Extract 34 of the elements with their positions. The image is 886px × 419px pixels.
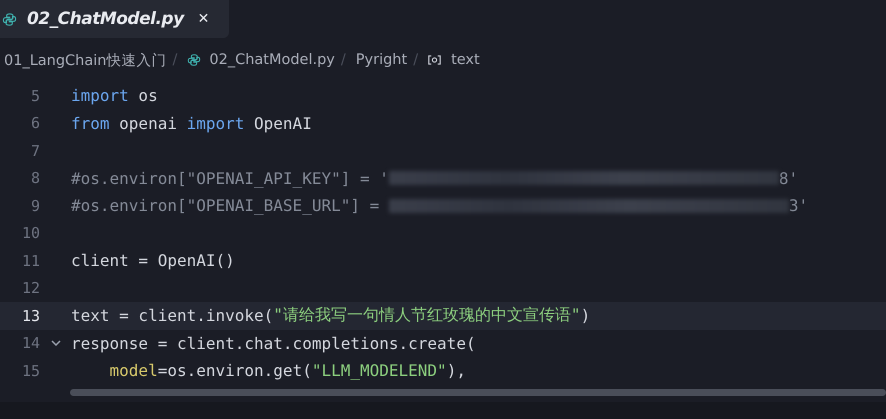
line-number: 8 xyxy=(30,169,40,188)
breadcrumb-separator: / xyxy=(172,52,178,68)
line-number: 15 xyxy=(20,362,40,380)
code-line: #os.environ["OPENAI_API_KEY"] = ' 8' xyxy=(71,168,798,188)
code-line: model=os.environ.get("LLM_MODELEND"), xyxy=(108,361,466,380)
line-number: 7 xyxy=(30,142,40,160)
python-icon xyxy=(187,53,202,67)
code-line: client = OpenAI() xyxy=(71,251,235,270)
code-line: from openai import OpenAI xyxy=(71,114,312,133)
breadcrumb-separator: / xyxy=(340,52,346,68)
horizontal-scrollbar[interactable] xyxy=(70,389,886,396)
line-number: 5 xyxy=(30,86,40,105)
breadcrumb-item[interactable]: 01_LangChain快速入门 xyxy=(4,50,166,70)
line-number: 14 xyxy=(20,334,40,352)
code-line: import os xyxy=(71,86,158,106)
python-icon xyxy=(2,12,17,26)
line-number: 13 xyxy=(20,306,40,325)
code-line: #os.environ["OPENAI_BASE_URL"] = 3' xyxy=(71,196,808,216)
line-number: 12 xyxy=(20,279,40,298)
chevron-icon[interactable] xyxy=(50,340,60,346)
line-number: 10 xyxy=(20,224,40,242)
breadcrumb-item[interactable]: text xyxy=(451,52,480,68)
line-number: 11 xyxy=(20,252,40,270)
breadcrumb-item[interactable]: 02_ChatModel.py xyxy=(209,52,335,68)
close-icon[interactable]: ✕ xyxy=(198,11,210,27)
breadcrumb-item[interactable]: Pyright xyxy=(356,52,408,68)
code-line: text = client.invoke("请给我写一句情人节红玫瑰的中文宣传语") xyxy=(71,305,590,326)
file-tab[interactable]: 02_ChatModel.py ✕ xyxy=(0,0,230,38)
code-line: response = client.chat.completions.create( xyxy=(71,334,476,353)
variable-icon xyxy=(428,55,442,65)
tab-label: 02_ChatModel.py xyxy=(27,9,184,29)
line-number: 6 xyxy=(30,114,40,132)
line-number: 9 xyxy=(30,196,40,215)
breadcrumb-separator: / xyxy=(413,52,418,68)
